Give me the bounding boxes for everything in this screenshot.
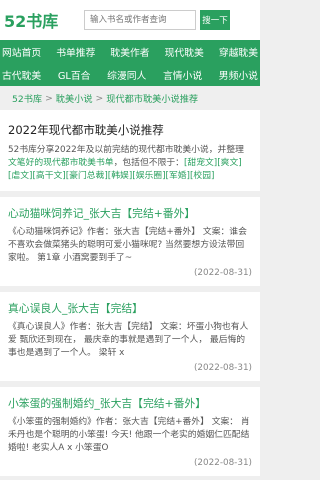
book-title-link[interactable]: 心动猫咪饲养记_张大吉【完结+番外】 bbox=[8, 205, 252, 221]
list-item: 小笨蛋的强制婚约_张大吉【完结+番外】 《小笨蛋的强制婚约》作者：张大吉【完结+… bbox=[0, 387, 260, 476]
book-summary: 《真心误良人》作者：张大吉【完结】 文案：坏蛋小狗也有人爱 甄欣还到现在， 最庆… bbox=[8, 322, 249, 358]
breadcrumb-separator: > bbox=[45, 92, 53, 104]
tag-link[interactable]: [军婚] bbox=[166, 171, 190, 181]
nav-item-time-travel[interactable]: 穿越耽美 bbox=[219, 45, 258, 59]
nav-item-modern[interactable]: 现代耽美 bbox=[165, 45, 204, 59]
list-item: 真心误良人_张大吉【完结】 《真心误良人》作者：张大吉【完结】 文案：坏蛋小狗也… bbox=[0, 292, 260, 381]
nav-row-1: 网站首页 书单推荐 耽美作者 现代耽美 穿越耽美 bbox=[0, 40, 260, 63]
nav-item-authors[interactable]: 耽美作者 bbox=[110, 45, 149, 59]
nav-item-ancient[interactable]: 古代耽美 bbox=[2, 68, 41, 82]
site-logo[interactable]: 52书库 bbox=[4, 8, 84, 32]
tag-link[interactable]: [娱乐圈] bbox=[132, 171, 165, 181]
intro-card: 2022年现代都市耽美小说推荐 52书库分享2022年及以前完结的现代都市耽美小… bbox=[0, 110, 260, 191]
site-header: 52书库 搜一下 bbox=[0, 0, 260, 40]
tag-link[interactable]: [爽文] bbox=[217, 158, 241, 168]
nav-item-male-novels[interactable]: 男频小说 bbox=[219, 68, 258, 82]
search-button[interactable]: 搜一下 bbox=[200, 10, 230, 30]
book-date: (2022-08-31) bbox=[194, 363, 252, 373]
nav-item-romance[interactable]: 言情小说 bbox=[163, 68, 202, 82]
tag-link[interactable]: [虐文] bbox=[8, 171, 32, 181]
breadcrumb-category[interactable]: 耽美小说 bbox=[56, 91, 93, 105]
tag-link[interactable]: [校园] bbox=[190, 171, 214, 181]
nav-item-fanfic[interactable]: 综漫同人 bbox=[107, 68, 146, 82]
page-title: 2022年现代都市耽美小说推荐 bbox=[8, 123, 164, 137]
booklist-link[interactable]: 文笔好的现代都市耽美书单 bbox=[8, 158, 114, 168]
book-title-link[interactable]: 小笨蛋的强制婚约_张大吉【完结+番外】 bbox=[8, 395, 252, 411]
book-summary: 《小笨蛋的强制婚约》作者：张大吉【完结+番外】 文案： 肖禾丹也是个聪明的小笨蛋… bbox=[8, 417, 250, 453]
search-bar: 搜一下 bbox=[84, 10, 230, 30]
tag-link[interactable]: [甜宠文] bbox=[184, 158, 217, 168]
tag-link[interactable]: [高干文] bbox=[32, 171, 65, 181]
intro-text: 52书库分享2022年及以前完结的现代都市耽美小说，并整理文笔好的现代都市耽美书… bbox=[8, 144, 252, 183]
book-date: (2022-08-31) bbox=[194, 458, 252, 468]
nav-item-booklists[interactable]: 书单推荐 bbox=[56, 45, 95, 59]
breadcrumb-separator: > bbox=[95, 92, 104, 104]
tag-link[interactable]: [韩娱] bbox=[108, 171, 132, 181]
intro-text-start: 52书库分享2022年及以前完结的现代都市耽美小说，并整理 bbox=[8, 145, 244, 155]
breadcrumb-current[interactable]: 现代都市耽美小说推荐 bbox=[106, 91, 198, 105]
book-title-link[interactable]: 真心误良人_张大吉【完结】 bbox=[8, 300, 252, 316]
book-summary: 《心动猫咪饲养记》作者：张大吉【完结+番外】 文案：谁会不喜欢会做菜猪头的聪明可… bbox=[8, 227, 247, 263]
breadcrumb-home[interactable]: 52书库 bbox=[12, 91, 42, 105]
nav-item-gl[interactable]: GL百合 bbox=[58, 68, 91, 82]
book-date: (2022-08-31) bbox=[194, 268, 252, 278]
nav-item-home[interactable]: 网站首页 bbox=[2, 45, 41, 59]
nav-row-2: 古代耽美 GL百合 综漫同人 言情小说 男频小说 bbox=[0, 63, 260, 86]
search-input[interactable] bbox=[84, 10, 196, 30]
list-item: 心动猫咪饲养记_张大吉【完结+番外】 《心动猫咪饲养记》作者：张大吉【完结+番外… bbox=[0, 197, 260, 286]
intro-text-end: ，包括但不限于： bbox=[113, 158, 184, 168]
tag-link[interactable]: [豪门总裁] bbox=[66, 171, 108, 181]
main-nav: 网站首页 书单推荐 耽美作者 现代耽美 穿越耽美 古代耽美 GL百合 综漫同人 … bbox=[0, 40, 260, 86]
breadcrumb: 52书库 > 耽美小说 > 现代都市耽美小说推荐 bbox=[0, 86, 260, 110]
